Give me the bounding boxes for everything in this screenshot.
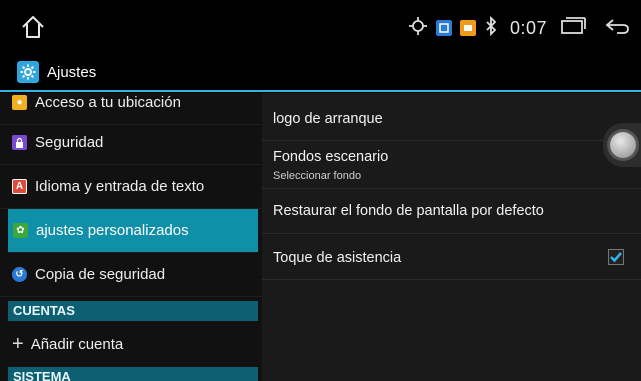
checkmark-icon [610,252,622,263]
scenery-wallpaper-item[interactable]: Fondos escenario Seleccionar fondo [262,141,641,189]
sidebar-item-label: Idioma y entrada de texto [35,178,205,195]
item-title: Toque de asistencia [273,250,402,266]
sidebar-item-custom-settings[interactable]: ✿ ajustes personalizados [8,209,258,253]
settings-icon [17,61,39,83]
sidebar-item-label: Seguridad [35,134,104,151]
sidebar-item-language[interactable]: A Idioma y entrada de texto [0,165,262,209]
item-title: Restaurar el fondo de pantalla por defec… [273,203,544,219]
add-account-label: Añadir cuenta [30,335,124,353]
settings-categories-list: ● Acceso a tu ubicación Seguridad A Idio… [0,93,262,381]
boot-logo-item[interactable]: logo de arranque [262,93,641,141]
language-icon: A [12,179,27,194]
section-header-accounts: CUENTAS [8,301,258,321]
clock: 0:07 [509,17,547,38]
sidebar-item-backup[interactable]: ↺ Copia de seguridad [0,253,262,297]
sidebar-item-label: Acceso a tu ubicación [35,94,181,111]
recent-apps-icon[interactable] [559,16,587,41]
assistive-touch-ball[interactable] [603,123,641,167]
location-icon [408,16,428,41]
custom-settings-icon: ✿ [13,223,28,238]
sidebar-item-label: ajustes personalizados [36,222,189,239]
backup-icon: ↺ [12,267,27,282]
sidebar-item-label: Copia de seguridad [35,266,166,283]
orange-notification-icon [459,20,476,36]
blue-notification-icon [435,20,452,36]
assistive-touch-checkbox[interactable] [608,249,624,265]
sidebar-item-security[interactable]: Seguridad [0,121,262,165]
add-account-button[interactable]: + Añadir cuenta [0,322,262,366]
back-icon[interactable] [603,16,631,41]
assistive-touch-item[interactable]: Toque de asistencia [262,234,641,280]
item-title: Fondos escenario [273,149,389,165]
custom-settings-panel: logo de arranque Fondos escenario Selecc… [262,93,641,381]
plus-icon: + [12,332,24,355]
assistive-touch-knob-icon [610,132,636,158]
status-bar: 0:07 [0,0,641,56]
location-access-icon: ● [12,95,27,110]
section-header-system: SISTEMA [8,367,258,381]
app-bar: Ajustes [0,56,641,92]
lock-icon [12,135,27,150]
item-subtitle: Seleccionar fondo [273,170,362,182]
item-title: logo de arranque [273,111,383,127]
bluetooth-icon [484,15,498,41]
app-title: Ajustes [47,64,97,81]
home-icon[interactable] [20,14,46,40]
restore-wallpaper-item[interactable]: Restaurar el fondo de pantalla por defec… [262,189,641,234]
